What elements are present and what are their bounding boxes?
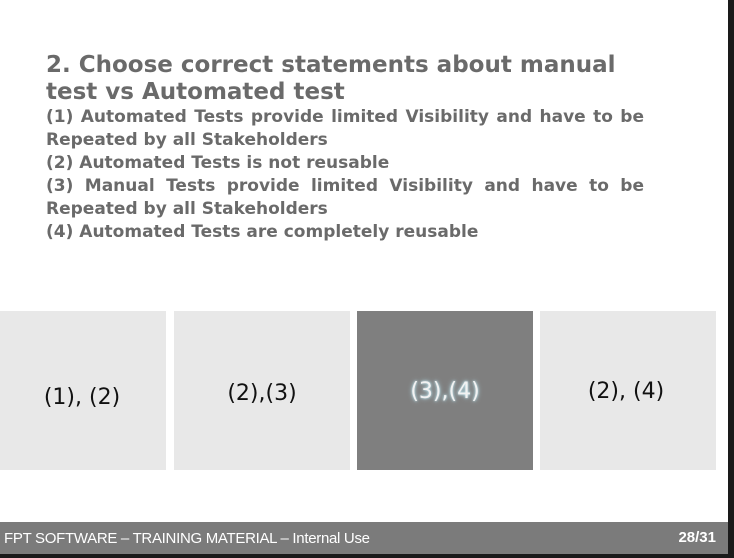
statement-3: (3) Manual Tests provide limited Visibil… — [46, 176, 644, 219]
question-block: 2. Choose correct statements about manua… — [46, 52, 644, 244]
window-bottom-edge — [0, 554, 734, 558]
statement-4: (4) Automated Tests are completely reusa… — [46, 222, 479, 242]
statement-2: (2) Automated Tests is not reusable — [46, 153, 390, 173]
option-button-b[interactable]: (2),(3) — [174, 311, 350, 470]
statement-1: (1) Automated Tests provide limited Visi… — [46, 107, 644, 150]
option-label-b: (2),(3) — [227, 381, 297, 406]
footer-text: FPT SOFTWARE – TRAINING MATERIAL – Inter… — [4, 530, 370, 547]
option-label-d: (2), (4) — [587, 379, 665, 404]
option-button-d[interactable]: (2), (4) — [540, 311, 716, 470]
option-label-a: (1), (2) — [43, 385, 121, 410]
answer-options: (1), (2) (2),(3) (3),(4) (2), (4) — [0, 311, 716, 470]
option-label-c: (3),(4) — [410, 379, 480, 404]
window-right-edge — [728, 0, 734, 558]
option-button-a[interactable]: (1), (2) — [0, 311, 166, 470]
option-button-c[interactable]: (3),(4) — [357, 311, 533, 470]
question-title: 2. Choose correct statements about manua… — [46, 52, 616, 105]
page-number: 28/31 — [678, 529, 716, 546]
footer-bar: FPT SOFTWARE – TRAINING MATERIAL – Inter… — [0, 522, 728, 554]
